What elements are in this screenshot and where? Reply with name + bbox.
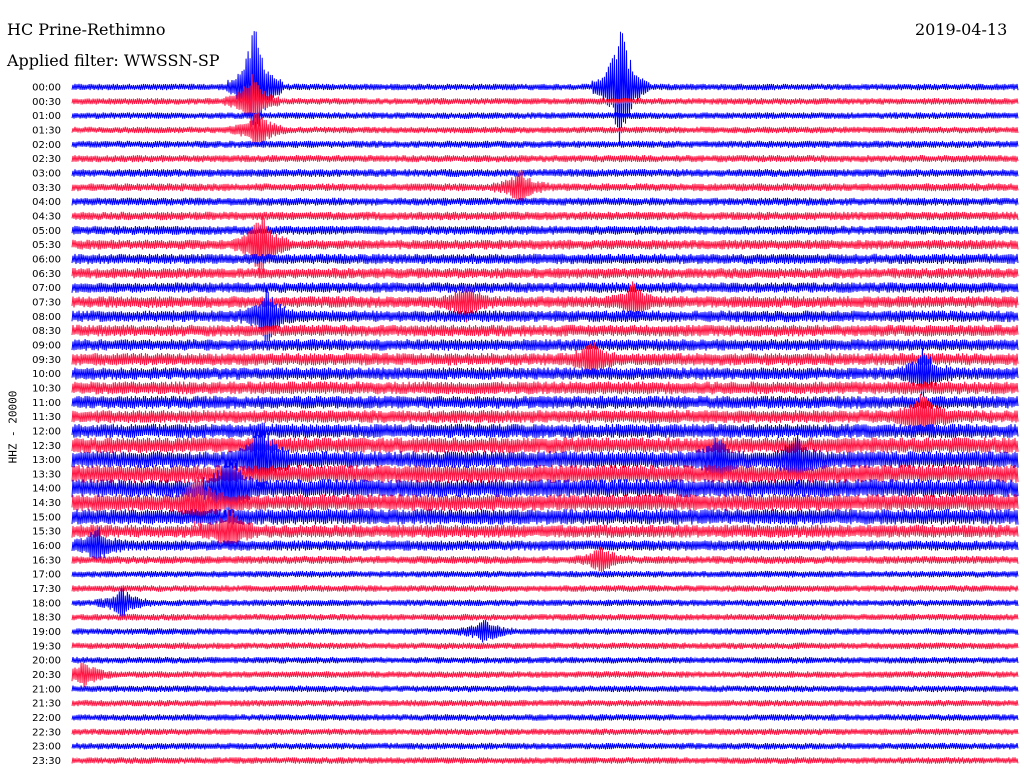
tick-label-2300: 23:00	[32, 742, 61, 753]
trace-row-0400	[71, 197, 1019, 206]
tick-label-1800: 18:00	[32, 598, 61, 609]
tick-label-1500: 15:00	[32, 512, 61, 523]
trace-row-1830	[71, 613, 1019, 622]
tick-label-0130: 01:30	[32, 125, 61, 136]
tick-label-1300: 13:00	[32, 455, 61, 466]
tick-label-2030: 20:30	[32, 670, 61, 681]
trace-row-1100	[71, 395, 1019, 409]
tick-label-1000: 10:00	[32, 369, 61, 380]
tick-label-2100: 21:00	[32, 684, 61, 695]
trace-row-0530	[71, 215, 1019, 276]
tick-label-0800: 08:00	[32, 312, 61, 323]
tick-label-0330: 03:30	[32, 183, 61, 194]
trace-row-2130	[71, 699, 1019, 708]
tick-label-2230: 22:30	[32, 727, 61, 738]
tick-label-0030: 00:30	[32, 97, 61, 108]
tick-label-1230: 12:30	[32, 441, 61, 452]
tick-label-1400: 14:00	[32, 484, 61, 495]
tick-label-1530: 15:30	[32, 527, 61, 538]
tick-label-1700: 17:00	[32, 570, 61, 581]
tick-label-1100: 11:00	[32, 398, 61, 409]
tick-label-0600: 06:00	[32, 254, 61, 265]
trace-row-0900	[71, 339, 1019, 351]
tick-label-1930: 19:30	[32, 641, 61, 652]
tick-label-2200: 22:00	[32, 713, 61, 724]
trace-row-1030	[71, 381, 1019, 395]
tick-label-0930: 09:30	[32, 355, 61, 366]
tick-label-1900: 19:00	[32, 627, 61, 638]
trace-row-0230	[71, 155, 1019, 163]
tick-label-2330: 23:30	[32, 756, 61, 767]
tick-label-0230: 02:30	[32, 154, 61, 165]
trace-row-1930	[71, 641, 1019, 650]
trace-row-0030	[71, 74, 1019, 128]
tick-label-1030: 10:30	[32, 383, 61, 394]
trace-row-2230	[71, 727, 1019, 736]
trace-row-0430	[71, 211, 1019, 221]
tick-label-1330: 13:30	[32, 469, 61, 480]
tick-label-0700: 07:00	[32, 283, 61, 294]
trace-row-2000	[71, 656, 1019, 665]
tick-label-1830: 18:30	[32, 613, 61, 624]
trace-row-2300	[71, 742, 1019, 751]
trace-row-0200	[71, 140, 1019, 148]
trace-row-0300	[71, 169, 1019, 177]
trace-row-0100	[71, 111, 1019, 120]
trace-layer	[71, 31, 1019, 765]
time-tick-labels: 00:00 00:30 01:00 01:30 02:00 02:30 03:00 03:30…	[32, 83, 61, 768]
trace-row-2030	[71, 662, 1019, 688]
trace-row-0700	[71, 282, 1019, 293]
tick-label-0830: 08:30	[32, 326, 61, 337]
tick-label-0400: 04:00	[32, 197, 61, 208]
trace-row-1200	[71, 423, 1019, 439]
tick-label-0300: 03:00	[32, 168, 61, 179]
trace-row-1630	[71, 546, 1019, 573]
tick-label-0730: 07:30	[32, 297, 61, 308]
trace-row-2330	[71, 756, 1019, 765]
trace-row-0630	[71, 268, 1019, 279]
trace-row-1900	[71, 619, 1019, 643]
tick-label-0900: 09:00	[32, 340, 61, 351]
trace-row-1730	[71, 584, 1019, 593]
tick-label-1130: 11:30	[32, 412, 61, 423]
trace-row-1800	[71, 588, 1019, 618]
tick-label-1200: 12:00	[32, 426, 61, 437]
trace-row-2200	[71, 713, 1019, 722]
tick-label-0430: 04:30	[32, 211, 61, 222]
trace-row-1500	[71, 509, 1019, 525]
trace-row-2100	[71, 685, 1019, 693]
tick-label-0200: 02:00	[32, 140, 61, 151]
tick-label-1430: 14:30	[32, 498, 61, 509]
tick-label-0100: 01:00	[32, 111, 61, 122]
tick-label-0530: 05:30	[32, 240, 61, 251]
helicorder-plot: 00:00 00:30 01:00 01:30 02:00 02:30 03:00 03:30…	[32, 31, 1019, 768]
trace-row-0830	[71, 324, 1019, 337]
trace-row-1700	[71, 570, 1019, 579]
tick-label-0630: 06:30	[32, 269, 61, 280]
tick-label-0500: 05:00	[32, 226, 61, 237]
trace-row-0600	[71, 253, 1019, 265]
tick-label-0000: 00:00	[32, 83, 61, 94]
trace-row-1230	[71, 437, 1019, 454]
trace-row-0500	[71, 225, 1019, 235]
tick-label-1630: 16:30	[32, 555, 61, 566]
tick-label-2000: 20:00	[32, 656, 61, 667]
trace-row-0800	[71, 288, 1019, 343]
tick-label-2130: 21:30	[32, 699, 61, 710]
tick-label-1730: 17:30	[32, 584, 61, 595]
tick-label-1600: 16:00	[32, 541, 61, 552]
